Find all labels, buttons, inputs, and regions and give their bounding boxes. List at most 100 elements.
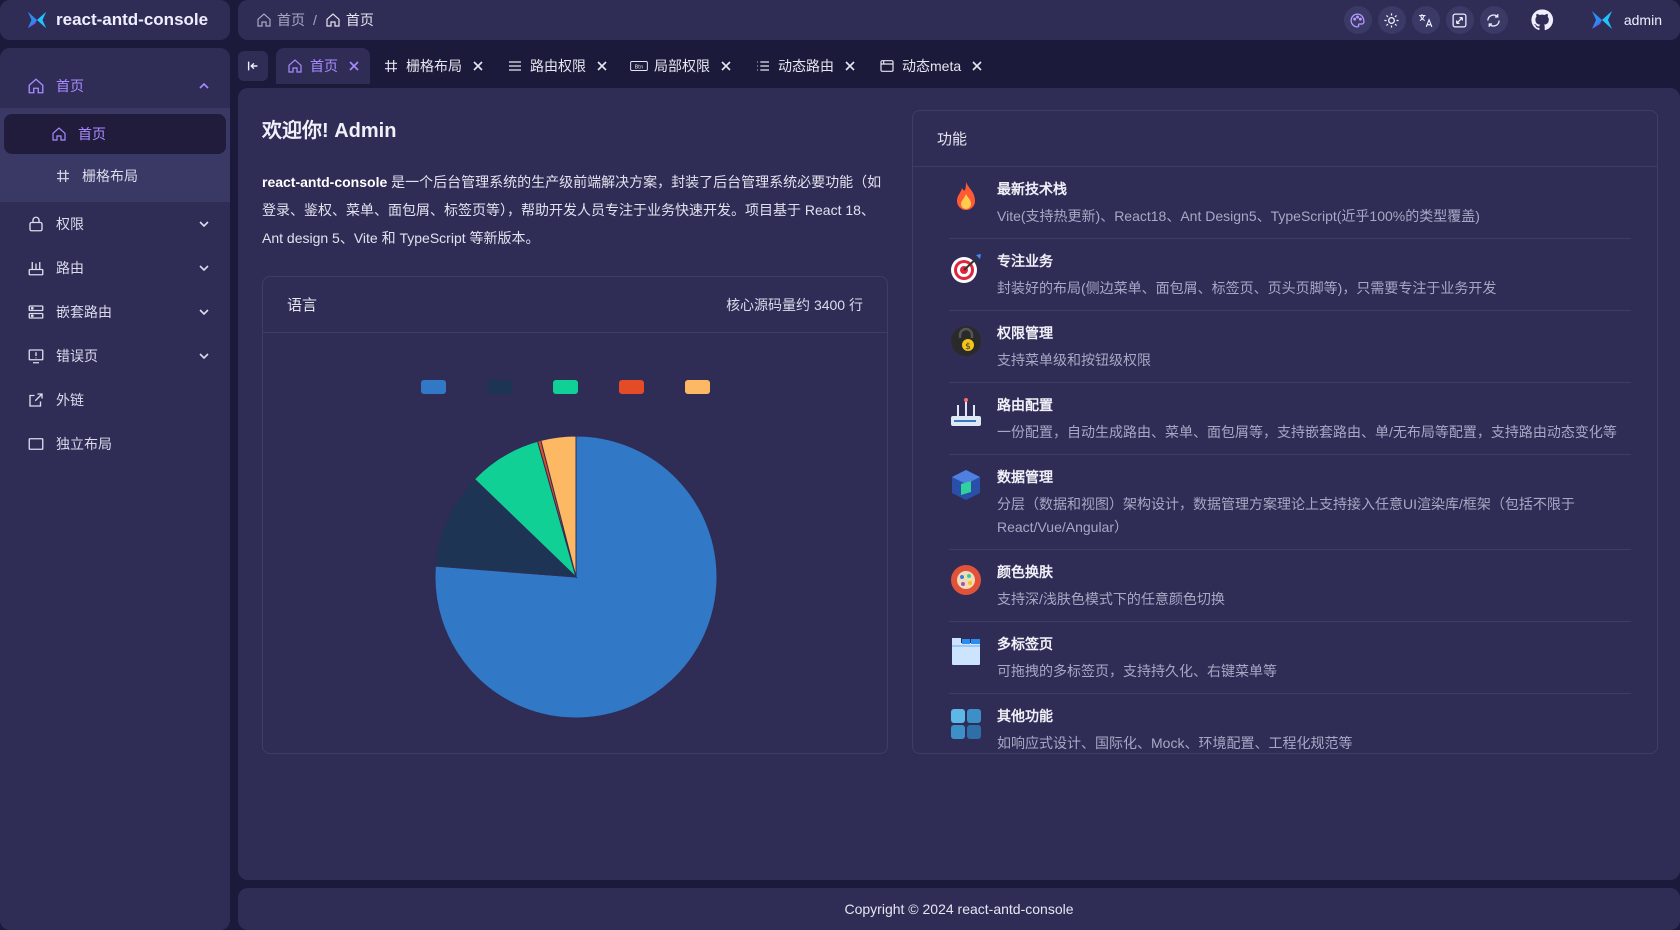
intro-text: react-antd-console 是一个后台管理系统的生产级前端解决方案，封… [262, 168, 892, 252]
tab-grid-layout[interactable]: 栅格布局 [372, 48, 494, 84]
server-icon [26, 302, 46, 322]
list-item: 多标签页 可拖拽的多标签页，支持持久化、右键菜单等 [949, 622, 1631, 694]
features-card-title: 功能 [937, 131, 968, 148]
tabs-icon [952, 638, 980, 665]
router-device-icon [951, 398, 981, 426]
fire-icon [957, 182, 975, 210]
features-card-header: 功能 [913, 111, 1657, 167]
legend-swatch[interactable] [619, 380, 644, 394]
tab-dynamic-meta[interactable]: 动态meta [868, 48, 993, 84]
button-icon: Btn [630, 57, 648, 75]
menu-icon [506, 57, 524, 75]
user-menu[interactable]: admin [1590, 8, 1662, 32]
theme-button[interactable] [1343, 6, 1372, 34]
sidebar-item-label: 错误页 [56, 348, 98, 364]
tab-label: 局部权限 [654, 58, 710, 74]
fullscreen-button[interactable] [1445, 6, 1474, 34]
tab-home[interactable]: 首页 [276, 48, 370, 84]
fullscreen-icon [1452, 12, 1467, 28]
breadcrumb-separator: / [313, 12, 317, 28]
dark-mode-toggle[interactable] [1377, 6, 1406, 34]
feature-title: 多标签页 [997, 636, 1053, 652]
legend-swatch[interactable] [421, 380, 446, 394]
sidebar-subitem-label: 首页 [78, 126, 106, 142]
external-link-icon [26, 390, 46, 410]
sidebar-subitem-label: 栅格布局 [82, 168, 138, 184]
lock-badge-icon: $ [951, 326, 981, 356]
features-card: 功能 最新技术栈 Vite(支持热更新)、React18、Ant Design5、… [912, 110, 1658, 754]
legend-swatch[interactable] [553, 380, 578, 394]
page-title: 欢迎你! Admin [262, 120, 397, 142]
home-icon [286, 57, 304, 75]
sidebar-item-nested-route[interactable]: 嵌套路由 [0, 290, 230, 334]
footer: Copyright © 2024 react-antd-console [238, 888, 1680, 930]
data-cube-icon [952, 470, 980, 500]
sidebar-item-standalone-layout[interactable]: 独立布局 [0, 422, 230, 466]
sidebar-item-external-link[interactable]: 外链 [0, 378, 230, 422]
legend-swatch[interactable] [685, 380, 710, 394]
close-icon[interactable] [596, 60, 608, 72]
feature-title: 其他功能 [997, 708, 1053, 724]
submenu-home: 首页 栅格布局 [0, 108, 230, 202]
palette-icon [951, 565, 981, 595]
router-icon [26, 258, 46, 278]
language-button[interactable] [1411, 6, 1440, 34]
feature-desc: Vite(支持热更新)、React18、Ant Design5、TypeScri… [997, 208, 1480, 224]
feature-desc: 分层（数据和视图）架构设计，数据管理方案理论上支持接入任意UI渲染库/框架（包括… [997, 496, 1575, 535]
main-content: 欢迎你! Admin react-antd-console 是一个后台管理系统的… [238, 88, 1680, 880]
list-icon [754, 57, 772, 75]
tab-route-permission[interactable]: 路由权限 [496, 48, 618, 84]
top-header: 首页 / 首页 admin [238, 0, 1680, 40]
list-item: $ 权限管理支持菜单级和按钮级权限 [949, 311, 1631, 383]
feature-list: 最新技术栈 Vite(支持热更新)、React18、Ant Design5、Typ… [913, 167, 1657, 765]
tab-label: 动态meta [902, 58, 962, 74]
copyright-text: Copyright © 2024 react-antd-console [844, 901, 1074, 917]
feature-title: 权限管理 [997, 325, 1053, 341]
sidebar-item-home[interactable]: 首页 [0, 64, 230, 108]
list-item: 其他功能如响应式设计、国际化、Mock、环境配置、工程化规范等 [949, 694, 1631, 765]
app-logo[interactable]: react-antd-console [0, 0, 230, 40]
feature-title: 路由配置 [997, 397, 1053, 413]
list-item: 专注业务 封装好的布局(侧边菜单、面包屑、标签页、页头页脚等)，只需要专注于业务开… [949, 239, 1631, 311]
username: admin [1623, 12, 1662, 28]
grid-icon [54, 167, 72, 185]
feature-desc: 支持菜单级和按钮级权限 [997, 352, 1151, 368]
app-name: react-antd-console [56, 10, 209, 29]
close-icon[interactable] [844, 60, 856, 72]
layout-icon [26, 434, 46, 454]
feature-desc: 如响应式设计、国际化、Mock、环境配置、工程化规范等 [997, 735, 1353, 751]
feature-title: 专注业务 [997, 253, 1053, 269]
refresh-button[interactable] [1479, 6, 1508, 34]
breadcrumb-item[interactable]: 首页 [256, 10, 305, 30]
close-icon[interactable] [971, 60, 983, 72]
apps-icon [951, 709, 981, 739]
tab-dynamic-route[interactable]: 动态路由 [744, 48, 866, 84]
breadcrumb-label: 首页 [345, 12, 374, 28]
feature-title: 颜色换肤 [997, 564, 1053, 580]
window-icon [878, 57, 896, 75]
sidebar: 首页 首页 栅格布局 权限 路由 嵌套路由 错误页 外链 独立布局 [0, 48, 230, 930]
breadcrumb-label: 首页 [277, 12, 305, 28]
svg-text:Btn: Btn [635, 65, 644, 71]
sidebar-item-error-page[interactable]: 错误页 [0, 334, 230, 378]
home-icon [26, 76, 46, 96]
collapse-sidebar-button[interactable] [238, 51, 268, 81]
close-icon[interactable] [472, 60, 484, 72]
tab-label: 栅格布局 [406, 58, 462, 74]
language-card-header: 语言 核心源码量约 3400 行 [263, 277, 887, 333]
tab-partial-permission[interactable]: Btn 局部权限 [620, 48, 742, 84]
source-size-note: 核心源码量约 3400 行 [726, 296, 863, 313]
sidebar-item-permission[interactable]: 权限 [0, 202, 230, 246]
sidebar-subitem-home[interactable]: 首页 [4, 114, 226, 154]
legend-swatch[interactable] [487, 380, 512, 394]
close-icon[interactable] [720, 60, 732, 72]
grid-icon [382, 57, 400, 75]
close-icon[interactable] [348, 60, 360, 72]
sidebar-subitem-grid[interactable]: 栅格布局 [4, 156, 226, 196]
chevron-down-icon [199, 309, 209, 316]
github-icon[interactable] [1530, 8, 1554, 32]
sidebar-item-label: 嵌套路由 [56, 304, 112, 320]
sidebar-item-label: 外链 [56, 392, 84, 408]
home-icon [326, 13, 340, 27]
sidebar-item-route[interactable]: 路由 [0, 246, 230, 290]
